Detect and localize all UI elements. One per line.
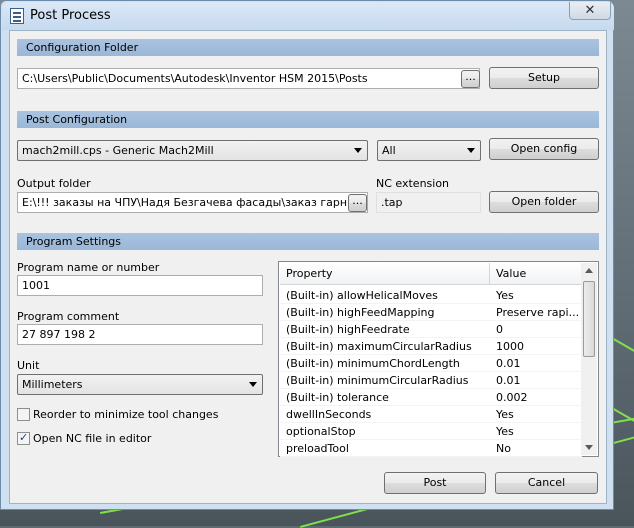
property-name-cell: (Built-in) allowHelicalMoves bbox=[280, 287, 490, 304]
open-config-button[interactable]: Open config bbox=[489, 138, 599, 160]
config-folder-path-field[interactable]: C:\Users\Public\Documents\Autodesk\Inven… bbox=[17, 68, 480, 89]
output-folder-label: Output folder bbox=[17, 177, 91, 190]
scroll-down-icon[interactable] bbox=[585, 445, 593, 450]
property-value-cell[interactable]: 0 bbox=[490, 321, 582, 338]
table-row[interactable]: (Built-in) allowHelicalMoves Yes bbox=[280, 287, 582, 304]
column-header-value[interactable]: Value bbox=[490, 263, 582, 285]
property-table-scrollbar[interactable] bbox=[581, 263, 597, 455]
window-title: Post Process bbox=[30, 8, 111, 23]
property-name-cell: (Built-in) highFeedMapping bbox=[280, 304, 490, 321]
property-value-cell[interactable]: Yes bbox=[490, 423, 582, 440]
property-value-cell[interactable]: 0.01 bbox=[490, 372, 582, 389]
output-folder-field[interactable]: E:\!!! заказы на ЧПУ\Надя Безгачева фаса… bbox=[17, 192, 368, 213]
unit-select[interactable]: Millimeters bbox=[17, 374, 263, 395]
open-folder-button[interactable]: Open folder bbox=[489, 191, 599, 213]
property-table: Property Value (Built-in) allowHelicalMo… bbox=[278, 261, 599, 457]
property-name-cell: preloadTool bbox=[280, 440, 490, 457]
table-row[interactable]: (Built-in) highFeedrate 0 bbox=[280, 321, 582, 338]
reorder-label: Reorder to minimize tool changes bbox=[33, 408, 219, 421]
section-header-post-configuration: Post Configuration bbox=[17, 111, 599, 128]
property-value-cell[interactable]: 1000 bbox=[490, 338, 582, 355]
property-name-cell: (Built-in) minimumChordLength bbox=[280, 355, 490, 372]
unit-select-value: Millimeters bbox=[22, 378, 83, 391]
section-header-configuration-folder: Configuration Folder bbox=[17, 39, 599, 56]
column-header-property[interactable]: Property bbox=[280, 263, 490, 285]
post-button[interactable]: Post bbox=[384, 472, 486, 494]
property-name-cell: (Built-in) maximumCircularRadius bbox=[280, 338, 490, 355]
scroll-up-icon[interactable] bbox=[585, 268, 593, 273]
post-process-dialog: Post Process ✕ Configuration Folder C:\U… bbox=[0, 0, 614, 510]
table-row[interactable]: (Built-in) highFeedMapping Preserve rapi.… bbox=[280, 304, 582, 321]
property-value-cell[interactable]: Yes bbox=[490, 406, 582, 423]
program-comment-input[interactable]: 27 897 198 2 bbox=[17, 324, 263, 345]
post-filter-select[interactable]: All bbox=[377, 140, 481, 161]
output-folder-browse-button[interactable]: ... bbox=[348, 194, 367, 212]
close-icon: ✕ bbox=[584, 3, 596, 18]
reorder-checkbox[interactable] bbox=[17, 408, 30, 421]
property-value-cell[interactable]: Preserve rapi... bbox=[490, 304, 582, 321]
post-processor-select[interactable]: mach2mill.cps - Generic Mach2Mill bbox=[17, 140, 368, 161]
chevron-down-icon bbox=[249, 382, 257, 387]
property-value-cell[interactable]: Yes bbox=[490, 287, 582, 304]
property-value-cell[interactable]: 0.01 bbox=[490, 355, 582, 372]
setup-button[interactable]: Setup bbox=[489, 67, 599, 89]
scrollbar-thumb[interactable] bbox=[583, 281, 595, 357]
close-button[interactable]: ✕ bbox=[569, 2, 611, 20]
program-name-input[interactable]: 1001 bbox=[17, 275, 263, 296]
property-name-cell: (Built-in) tolerance bbox=[280, 389, 490, 406]
cancel-button[interactable]: Cancel bbox=[495, 472, 598, 494]
table-row[interactable]: optionalStop Yes bbox=[280, 423, 582, 440]
property-name-cell: optionalStop bbox=[280, 423, 490, 440]
property-name-cell: dwellInSeconds bbox=[280, 406, 490, 423]
table-row[interactable]: (Built-in) minimumCircularRadius 0.01 bbox=[280, 372, 582, 389]
open-nc-checkbox[interactable] bbox=[17, 431, 30, 445]
post-processor-select-value: mach2mill.cps - Generic Mach2Mill bbox=[22, 144, 214, 157]
title-bar[interactable]: Post Process ✕ bbox=[2, 2, 614, 30]
chevron-down-icon bbox=[354, 148, 362, 153]
property-name-cell: (Built-in) minimumCircularRadius bbox=[280, 372, 490, 389]
table-row[interactable]: (Built-in) maximumCircularRadius 1000 bbox=[280, 338, 582, 355]
section-header-program-settings: Program Settings bbox=[17, 233, 599, 250]
table-row[interactable]: preloadTool No bbox=[280, 440, 582, 457]
program-comment-label: Program comment bbox=[17, 310, 120, 323]
chevron-down-icon bbox=[467, 148, 475, 153]
open-nc-label: Open NC file in editor bbox=[33, 432, 152, 445]
property-name-cell: (Built-in) highFeedrate bbox=[280, 321, 490, 338]
app-icon bbox=[10, 8, 24, 24]
program-name-label: Program name or number bbox=[17, 261, 160, 274]
property-value-cell[interactable]: No bbox=[490, 440, 582, 457]
table-row[interactable]: (Built-in) tolerance 0.002 bbox=[280, 389, 582, 406]
table-row[interactable]: dwellInSeconds Yes bbox=[280, 406, 582, 423]
table-row[interactable]: (Built-in) minimumChordLength 0.01 bbox=[280, 355, 582, 372]
post-filter-select-value: All bbox=[382, 144, 396, 157]
nc-extension-field[interactable]: .tap bbox=[376, 192, 481, 213]
nc-extension-label: NC extension bbox=[376, 177, 450, 190]
config-folder-browse-button[interactable]: ... bbox=[461, 70, 480, 88]
unit-label: Unit bbox=[17, 359, 40, 372]
property-value-cell[interactable]: 0.002 bbox=[490, 389, 582, 406]
